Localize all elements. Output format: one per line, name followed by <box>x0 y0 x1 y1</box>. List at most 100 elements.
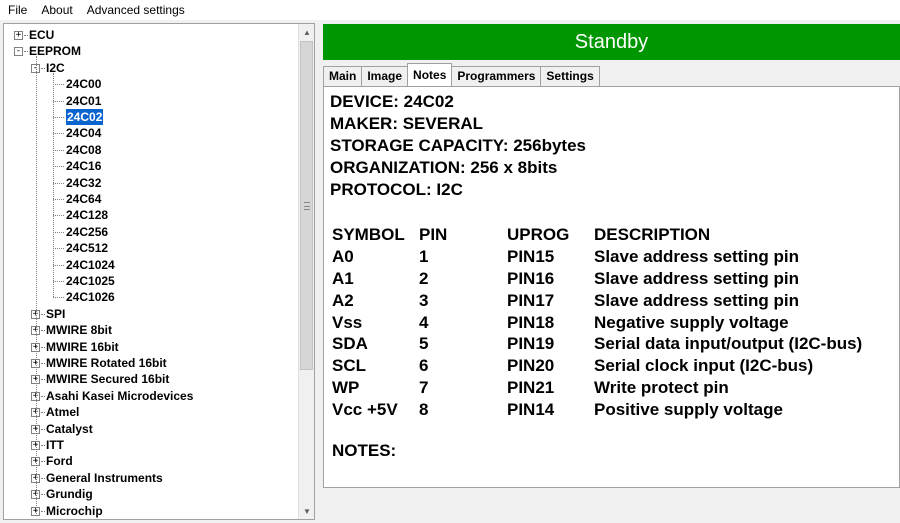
tree-item-label[interactable]: 24C1025 <box>66 273 115 289</box>
tree-scrollbar[interactable]: ▲ ▼ <box>298 24 314 519</box>
tree-item[interactable]: + MWIRE Rotated 16bit <box>4 355 294 371</box>
tree-guide-line <box>36 56 37 516</box>
pin-uprog: PIN15 <box>507 246 555 266</box>
tree-connector <box>53 149 64 151</box>
tree-item-label[interactable]: Grundig <box>46 486 93 502</box>
tree-item[interactable]: 24C128 <box>4 207 294 223</box>
tree-item[interactable]: 24C02 <box>4 109 294 125</box>
tree-item[interactable]: + SPI <box>4 306 294 322</box>
tree-item[interactable]: + Microchip <box>4 503 294 519</box>
tree-item-label[interactable]: Microchip <box>46 503 103 519</box>
tree-item-label[interactable]: ECU <box>29 27 54 43</box>
tree-item[interactable]: + MWIRE Secured 16bit <box>4 371 294 387</box>
pin-symbol: A0 <box>332 246 354 266</box>
device-tree-panel: + ECU - EEPROM - I2C 24C00 24C01 24C02 24C04 24C08… <box>3 23 315 520</box>
menu-file[interactable]: File <box>0 0 34 20</box>
grip-icon <box>304 202 310 210</box>
tree-connector <box>41 461 45 463</box>
tree-item-label[interactable]: 24C128 <box>66 207 108 223</box>
tree-item[interactable]: + Catalyst <box>4 421 294 437</box>
tree-item[interactable]: + Ford <box>4 453 294 469</box>
header-uprog: UPROG <box>507 225 570 244</box>
tab-main[interactable]: Main <box>323 66 363 86</box>
tree-item-label[interactable]: 24C1024 <box>66 257 115 273</box>
tree-connector <box>53 281 64 282</box>
tree-item-label[interactable]: MWIRE 16bit <box>46 339 119 355</box>
tree-item[interactable]: + General Instruments <box>4 470 294 486</box>
tree-item-label[interactable]: MWIRE Rotated 16bit <box>46 355 167 371</box>
tree-item-label[interactable]: 24C32 <box>66 175 101 191</box>
tree-item[interactable]: 24C1026 <box>4 289 294 305</box>
collapse-icon[interactable]: - <box>14 47 23 57</box>
tree-item-label[interactable]: 24C16 <box>66 158 101 174</box>
tree-item[interactable]: 24C256 <box>4 224 294 240</box>
tree-item[interactable]: 24C16 <box>4 158 294 174</box>
tree-connector <box>53 215 64 217</box>
tree-item[interactable]: + MWIRE 8bit <box>4 322 294 338</box>
tree-item[interactable]: + Grundig <box>4 486 294 502</box>
tree-item[interactable]: 24C1025 <box>4 273 294 289</box>
tree-item[interactable]: + MWIRE 16bit <box>4 339 294 355</box>
device-tree[interactable]: + ECU - EEPROM - I2C 24C00 24C01 24C02 24C04 24C08… <box>4 24 299 519</box>
tree-item[interactable]: 24C64 <box>4 191 294 207</box>
header-pin: PIN <box>419 225 448 244</box>
pin-uprog: PIN18 <box>507 312 555 332</box>
pin-description: Write protect pin <box>594 378 729 398</box>
tree-item[interactable]: + ECU <box>4 27 294 43</box>
tree-item-label-selected[interactable]: 24C02 <box>66 109 104 125</box>
tree-connector <box>41 428 45 430</box>
tree-item-label[interactable]: Atmel <box>46 404 79 420</box>
expand-icon[interactable]: + <box>14 31 23 40</box>
scrollbar-thumb[interactable] <box>300 41 313 370</box>
tree-item-label[interactable]: 24C00 <box>66 76 101 92</box>
tree-item-label[interactable]: 24C04 <box>66 125 101 141</box>
pin-number: 6 <box>419 356 429 376</box>
menu-advanced-settings[interactable]: Advanced settings <box>80 0 192 20</box>
header-description: DESCRIPTION <box>594 225 711 244</box>
tab-programmers[interactable]: Programmers <box>451 66 542 86</box>
tree-connector <box>41 363 45 364</box>
tree-item-label[interactable]: Ford <box>46 453 73 469</box>
tree-item[interactable]: 24C08 <box>4 142 294 158</box>
triangle-up-icon[interactable]: ▲ <box>299 24 314 40</box>
tree-item-label[interactable]: General Instruments <box>46 470 163 486</box>
pin-symbol: SDA <box>332 334 368 354</box>
tree-item[interactable]: + Asahi Kasei Microdevices <box>4 388 294 404</box>
tree-item[interactable]: 24C01 <box>4 93 294 109</box>
tree-item-label[interactable]: 24C01 <box>66 93 101 109</box>
tree-item[interactable]: - EEPROM <box>4 43 294 59</box>
tree-item-label[interactable]: I2C <box>46 60 65 76</box>
tree-item-label[interactable]: MWIRE Secured 16bit <box>46 371 169 387</box>
tree-connector <box>24 35 28 36</box>
tree-item-label[interactable]: 24C1026 <box>66 289 115 305</box>
tree-item-label[interactable]: 24C08 <box>66 142 101 158</box>
tree-item-label[interactable]: 24C64 <box>66 191 101 207</box>
tree-item-label[interactable]: SPI <box>46 306 65 322</box>
tree-item-label[interactable]: 24C512 <box>66 240 108 256</box>
pin-number: 7 <box>419 378 429 398</box>
tab-settings[interactable]: Settings <box>540 66 600 86</box>
tree-item[interactable]: 24C32 <box>4 175 294 191</box>
tree-item[interactable]: 24C04 <box>4 125 294 141</box>
tree-item[interactable]: + ITT <box>4 437 294 453</box>
tab-image[interactable]: Image <box>361 66 409 86</box>
tree-item-label[interactable]: Asahi Kasei Microdevices <box>46 388 193 404</box>
pin-number: 4 <box>419 312 429 332</box>
tree-item[interactable]: + Atmel <box>4 404 294 420</box>
tree-item[interactable]: 24C00 <box>4 76 294 92</box>
menu-about[interactable]: About <box>34 0 79 20</box>
tree-item-label[interactable]: 24C256 <box>66 224 108 240</box>
tree-item-label[interactable]: ITT <box>46 437 64 453</box>
tree-connector <box>41 379 45 381</box>
tree-item-label[interactable]: MWIRE 8bit <box>46 322 112 338</box>
tree-item[interactable]: - I2C <box>4 60 294 76</box>
triangle-down-icon[interactable]: ▼ <box>299 503 314 519</box>
tree-connector <box>41 412 45 414</box>
tree-item[interactable]: 24C1024 <box>4 257 294 273</box>
tree-connector <box>53 166 64 168</box>
tree-item[interactable]: 24C512 <box>4 240 294 256</box>
tab-notes[interactable]: Notes <box>407 63 453 86</box>
tree-connector <box>41 330 45 332</box>
tree-item-label[interactable]: Catalyst <box>46 421 93 437</box>
info-maker: MAKER: SEVERAL <box>330 113 484 133</box>
